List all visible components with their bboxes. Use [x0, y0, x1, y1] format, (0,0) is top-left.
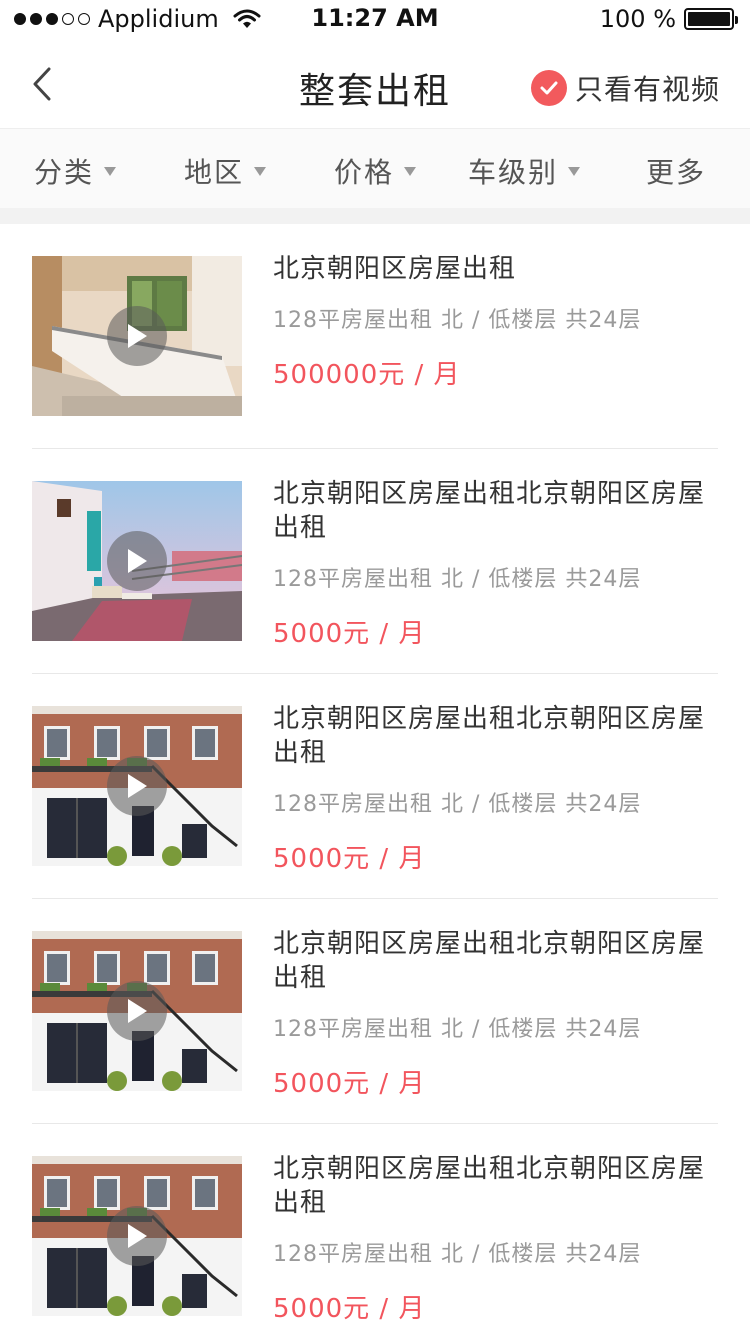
- list-item[interactable]: 北京朝阳区房屋出租北京朝阳区房屋出租 128平房屋出租 北 / 低楼层 共24层…: [0, 449, 750, 674]
- listing-price: 5000元 / 月: [273, 619, 426, 649]
- filter-label: 价格: [334, 156, 395, 189]
- listing-meta: 128平房屋出租 北 / 低楼层 共24层: [273, 308, 642, 333]
- play-button[interactable]: [107, 981, 167, 1041]
- listing-price: 500000元 / 月: [273, 360, 461, 390]
- listing-thumbnail[interactable]: [32, 1156, 242, 1316]
- filter-category[interactable]: 分类: [34, 151, 117, 191]
- filter-price[interactable]: 价格: [334, 151, 417, 191]
- status-bar: Applidium 11:27 AM 100 %: [0, 0, 750, 40]
- battery-icon: [684, 8, 738, 30]
- play-icon: [128, 1224, 147, 1248]
- filter-region[interactable]: 地区: [184, 151, 267, 191]
- listing-title[interactable]: 北京朝阳区房屋出租: [273, 252, 723, 286]
- filter-car-level[interactable]: 车级别: [468, 151, 581, 191]
- caret-down-icon: [404, 166, 417, 176]
- check-icon: [530, 70, 567, 106]
- listing-price: 5000元 / 月: [273, 1069, 426, 1099]
- caret-down-icon: [104, 166, 117, 176]
- listing-meta: 128平房屋出租 北 / 低楼层 共24层: [273, 1242, 642, 1267]
- listing-meta: 128平房屋出租 北 / 低楼层 共24层: [273, 567, 642, 592]
- listing-price: 5000元 / 月: [273, 844, 426, 874]
- filter-label: 地区: [184, 156, 245, 189]
- play-button[interactable]: [107, 1206, 167, 1266]
- listing-thumbnail[interactable]: [32, 481, 242, 641]
- listing-meta: 128平房屋出租 北 / 低楼层 共24层: [273, 792, 642, 817]
- list-item[interactable]: 北京朝阳区房屋出租北京朝阳区房屋出租 128平房屋出租 北 / 低楼层 共24层…: [0, 1124, 750, 1334]
- listing-price: 5000元 / 月: [273, 1294, 426, 1324]
- caret-down-icon: [254, 166, 267, 176]
- listing-thumbnail[interactable]: [32, 931, 242, 1091]
- listing-thumbnail[interactable]: [32, 706, 242, 866]
- play-icon: [128, 774, 147, 798]
- listing-meta: 128平房屋出租 北 / 低楼层 共24层: [273, 1017, 642, 1042]
- play-icon: [128, 549, 147, 573]
- play-icon: [128, 324, 147, 348]
- filter-label: 分类: [34, 156, 95, 189]
- video-only-label: 只看有视频: [574, 73, 720, 106]
- page: Applidium 11:27 AM 100 % 整套出租 只看有视频 分类 地…: [0, 0, 750, 1334]
- video-only-toggle[interactable]: 只看有视频: [530, 68, 720, 108]
- listing-title[interactable]: 北京朝阳区房屋出租北京朝阳区房屋出租: [273, 477, 723, 545]
- listing-title[interactable]: 北京朝阳区房屋出租北京朝阳区房屋出租: [273, 702, 723, 770]
- section-separator: [0, 208, 750, 224]
- filter-label: 更多: [646, 156, 707, 189]
- list-item[interactable]: 北京朝阳区房屋出租北京朝阳区房屋出租 128平房屋出租 北 / 低楼层 共24层…: [0, 674, 750, 899]
- play-button[interactable]: [107, 531, 167, 591]
- listing-title[interactable]: 北京朝阳区房屋出租北京朝阳区房屋出租: [273, 927, 723, 995]
- play-icon: [128, 999, 147, 1023]
- play-button[interactable]: [107, 306, 167, 366]
- list-item[interactable]: 北京朝阳区房屋出租北京朝阳区房屋出租 128平房屋出租 北 / 低楼层 共24层…: [0, 899, 750, 1124]
- nav-bar: 整套出租 只看有视频: [0, 40, 750, 128]
- listing-title[interactable]: 北京朝阳区房屋出租北京朝阳区房屋出租: [273, 1152, 723, 1220]
- play-button[interactable]: [107, 756, 167, 816]
- listing-thumbnail[interactable]: [32, 256, 242, 416]
- filter-bar: 分类 地区 价格 车级别 更多: [0, 128, 750, 208]
- filter-more[interactable]: 更多: [646, 151, 706, 191]
- battery-percent: 100 %: [599, 5, 676, 33]
- caret-down-icon: [568, 166, 581, 176]
- filter-label: 车级别: [468, 156, 559, 189]
- status-right: 100 %: [599, 5, 738, 33]
- list-item[interactable]: 北京朝阳区房屋出租 128平房屋出租 北 / 低楼层 共24层 500000元 …: [0, 224, 750, 449]
